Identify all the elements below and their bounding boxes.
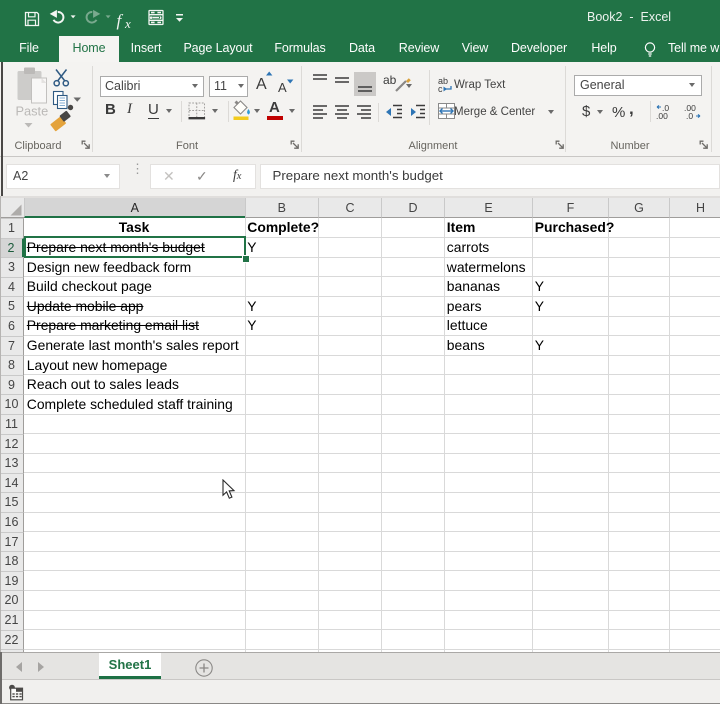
svg-text:c: c	[438, 84, 443, 93]
svg-text:ab: ab	[383, 73, 397, 87]
svg-text:f: f	[117, 11, 124, 30]
svg-text:.0: .0	[686, 111, 693, 121]
svg-text:x: x	[124, 16, 131, 31]
svg-text:Paste: Paste	[16, 104, 49, 119]
svg-text:.00: .00	[656, 111, 668, 121]
